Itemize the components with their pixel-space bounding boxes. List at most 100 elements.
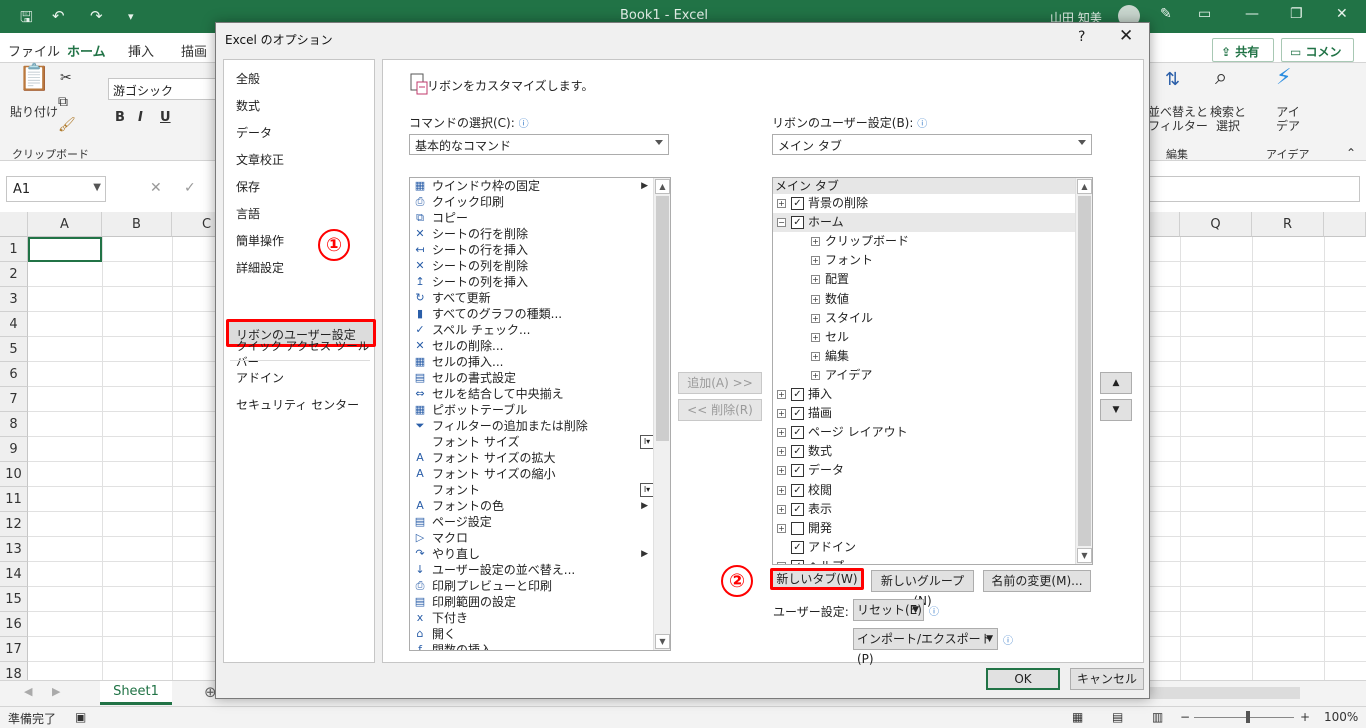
command-item[interactable]: ▤ 印刷範囲の設定	[410, 594, 656, 610]
cancel-button[interactable]: キャンセル	[1070, 668, 1144, 690]
expand-icon[interactable]: +	[777, 504, 786, 514]
underline-icon[interactable]: U	[160, 110, 171, 125]
share-button[interactable]: ⇪ 共有	[1212, 38, 1274, 62]
ribbon-display-icon[interactable]: ▭	[1198, 6, 1211, 22]
expand-icon[interactable]: +	[811, 313, 820, 323]
page-layout-view-icon[interactable]: ▤	[1112, 710, 1123, 724]
command-item[interactable]: ↻ すべて更新	[410, 290, 656, 306]
tree-group-item[interactable]: + スタイル	[773, 309, 1076, 328]
nav-quick-access-toolbar[interactable]: クイック アクセス ツール バー	[236, 338, 374, 370]
redo-icon[interactable]: ↷	[90, 7, 103, 25]
nav-proofing[interactable]: 文章校正	[236, 151, 284, 168]
column-header[interactable]: Q	[1180, 212, 1252, 237]
move-up-button[interactable]: ▲	[1100, 372, 1132, 394]
commands-select[interactable]: 基本的なコマンド	[409, 134, 669, 155]
tree-tab-item[interactable]: + ✓ ページ レイアウト	[773, 423, 1076, 442]
tab-checkbox[interactable]: ✓	[791, 483, 804, 497]
command-item[interactable]: フォント I▾	[410, 482, 656, 498]
save-icon[interactable]: 🖫	[20, 7, 33, 32]
command-item[interactable]: ✕ セルの削除...	[410, 338, 656, 354]
tree-group-item[interactable]: + クリップボード	[773, 232, 1076, 251]
command-item[interactable]: ↥ シートの列を挿入	[410, 274, 656, 290]
tree-tab-item[interactable]: + ✓ 挿入	[773, 385, 1076, 404]
tab-checkbox[interactable]: ✓	[791, 502, 804, 516]
row-header[interactable]: 15	[0, 587, 28, 612]
pen-icon[interactable]: ✎	[1160, 6, 1172, 22]
page-break-view-icon[interactable]: ▥	[1152, 710, 1163, 724]
tree-group-item[interactable]: + 数値	[773, 290, 1076, 309]
ribbon-tree-scrollbar[interactable]: ▲ ▼	[1075, 178, 1092, 564]
tree-tab-item[interactable]: + ✓ 数式	[773, 442, 1076, 461]
tab-checkbox[interactable]: ✓	[791, 407, 804, 421]
tree-group-item[interactable]: + 編集	[773, 347, 1076, 366]
nav-formulas[interactable]: 数式	[236, 97, 260, 114]
command-item[interactable]: A フォント サイズの拡大	[410, 450, 656, 466]
select-all-corner[interactable]	[0, 212, 28, 237]
tree-tab-item[interactable]: + ✓ 校閲	[773, 481, 1076, 500]
row-header[interactable]: 7	[0, 387, 28, 412]
tab-checkbox[interactable]: ✓	[791, 216, 804, 230]
command-item[interactable]: ✓ スペル チェック...	[410, 322, 656, 338]
expand-icon[interactable]: +	[777, 199, 786, 208]
tree-tab-item[interactable]: ✓ アドイン	[773, 538, 1076, 557]
expand-icon[interactable]: +	[811, 256, 820, 266]
tab-file[interactable]: ファイル	[8, 41, 60, 60]
paste-button[interactable]: 貼り付け	[10, 105, 58, 119]
row-header[interactable]: 11	[0, 487, 28, 512]
row-header[interactable]: 6	[0, 362, 28, 387]
tree-group-item[interactable]: + セル	[773, 328, 1076, 347]
new-group-button[interactable]: 新しいグループ(N)	[871, 570, 974, 608]
tab-draw[interactable]: 描画	[181, 41, 207, 60]
maximize-icon[interactable]: ❐	[1290, 6, 1303, 22]
command-item[interactable]: ⌂ 開く	[410, 626, 656, 642]
tab-checkbox[interactable]: ✓	[791, 559, 804, 564]
tree-group-item[interactable]: + 配置	[773, 270, 1076, 289]
sort-filter-button[interactable]: 並べ替えと フィルター	[1148, 105, 1208, 133]
name-box[interactable]: A1 ▼	[6, 176, 106, 202]
column-header[interactable]: A	[28, 212, 102, 237]
command-item[interactable]: ⎙ クイック印刷	[410, 194, 656, 210]
command-item[interactable]: ▦ セルの挿入...	[410, 354, 656, 370]
import-export-dropdown[interactable]: インポート/エクスポート(P) ▼	[853, 628, 998, 666]
format-painter-icon[interactable]: 🖌	[58, 118, 76, 132]
info-icon[interactable]: ⓘ	[917, 119, 927, 130]
scroll-thumb[interactable]	[1078, 196, 1091, 546]
column-header[interactable]: R	[1252, 212, 1324, 237]
row-header[interactable]: 4	[0, 312, 28, 337]
zoom-out-icon[interactable]: −	[1180, 710, 1190, 724]
column-header-partial[interactable]	[1324, 212, 1366, 237]
command-item[interactable]: ▦ ピボットテーブル	[410, 402, 656, 418]
lightning-icon[interactable]: ⚡	[1276, 67, 1291, 89]
copy-icon[interactable]: ⧉	[58, 95, 68, 109]
tree-tab-item[interactable]: − ✓ ホーム	[773, 213, 1076, 233]
command-item[interactable]: ↤ シートの行を挿入	[410, 242, 656, 258]
remove-button[interactable]: << 削除(R)	[678, 399, 762, 421]
nav-advanced[interactable]: 詳細設定	[236, 259, 284, 276]
find-select-button[interactable]: 検索と 選択	[1210, 105, 1246, 133]
macro-record-icon[interactable]: ▣	[75, 710, 86, 724]
expand-icon[interactable]: +	[811, 237, 820, 247]
nav-save[interactable]: 保存	[236, 178, 260, 195]
row-header[interactable]: 16	[0, 612, 28, 637]
ribbon-tree[interactable]: メイン タブ + ✓ 背景の削除 − ✓ ホーム + クリップボード + フォント + 配置 + 数値 + ス…	[772, 177, 1093, 565]
row-header[interactable]: 10	[0, 462, 28, 487]
column-header-partial[interactable]	[1150, 212, 1180, 237]
zoom-slider-thumb[interactable]	[1246, 711, 1250, 723]
zoom-slider[interactable]	[1194, 717, 1294, 718]
tree-group-item[interactable]: + アイデア	[773, 366, 1076, 385]
selected-cell[interactable]	[28, 237, 102, 262]
command-item[interactable]: x 下付き	[410, 610, 656, 626]
expand-icon[interactable]: +	[777, 561, 786, 564]
expand-icon[interactable]: +	[777, 409, 786, 419]
tree-tab-item[interactable]: + ✓ 描画	[773, 404, 1076, 423]
command-item[interactable]: ▷ マクロ	[410, 530, 656, 546]
normal-view-icon[interactable]: ▦	[1072, 710, 1083, 724]
minimize-icon[interactable]: —	[1245, 6, 1259, 22]
sheet-tab[interactable]: Sheet1	[100, 681, 172, 705]
expand-icon[interactable]: +	[811, 332, 820, 342]
command-item[interactable]: ⧉ コピー	[410, 210, 656, 226]
expand-icon[interactable]: +	[777, 466, 786, 476]
command-item[interactable]: ↓ ユーザー設定の並べ替え...	[410, 562, 656, 578]
nav-general[interactable]: 全般	[236, 70, 260, 87]
next-sheet-icon[interactable]: ▶	[52, 685, 60, 698]
